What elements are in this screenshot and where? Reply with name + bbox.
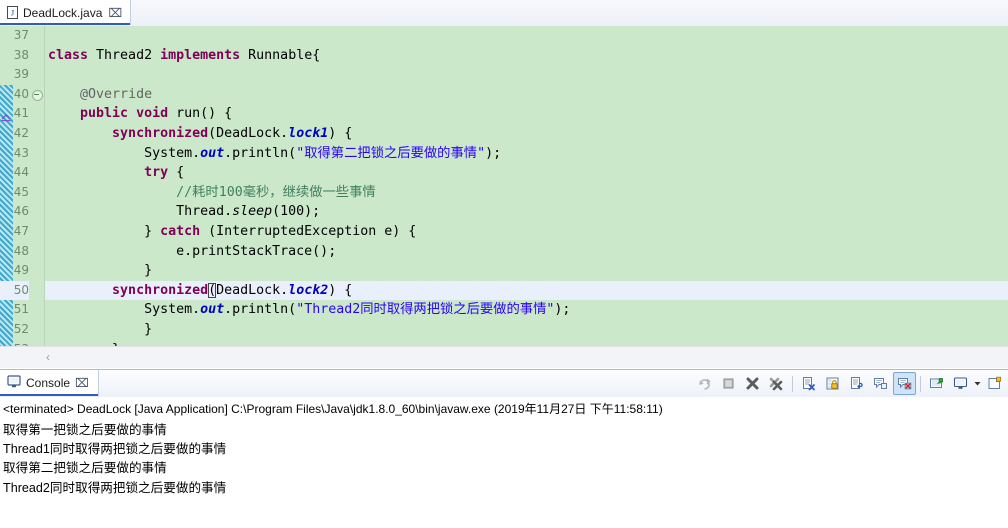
toolbar-separator <box>792 375 793 392</box>
close-icon[interactable]: ⌧ <box>75 376 89 390</box>
code-text: synchronized(DeadLock.lock2) { <box>112 282 353 298</box>
relaunch-icon[interactable] <box>693 372 716 395</box>
console-toolbar <box>693 372 1006 395</box>
line-number: 40 <box>13 86 29 101</box>
code-text: synchronized(DeadLock.lock1) { <box>112 125 353 141</box>
line-number: 52 <box>13 321 29 336</box>
code-line-43[interactable]: 43 System.out.println("取得第二把锁之后要做的事情"); <box>14 144 1008 164</box>
code-line-52[interactable]: 52 } <box>14 320 1008 340</box>
code-line-45[interactable]: 45 //耗时100毫秒，继续做一些事情 <box>14 183 1008 203</box>
code-text: @Override <box>80 86 153 102</box>
code-line-51[interactable]: 51 System.out.println("Thread2同时取得两把锁之后要… <box>14 300 1008 320</box>
editor-tabbar: J DeadLock.java ⌧ <box>0 0 1008 27</box>
line-number: 39 <box>13 67 29 82</box>
editor-horizontal-scrollbar[interactable]: ‹ <box>0 346 1008 368</box>
code-text: class Thread2 implements Runnable{ <box>48 47 321 63</box>
code-line-49[interactable]: 49 } <box>14 261 1008 281</box>
line-number: 48 <box>13 243 29 258</box>
editor-hscroll-track[interactable] <box>56 351 1006 364</box>
console-pane: Console ⌧ <terminated> DeadLock [Java Ap… <box>0 369 1008 528</box>
remove-all-terminated-icon[interactable] <box>765 372 788 395</box>
code-line-37[interactable]: 37 <box>14 26 1008 46</box>
line-number: 44 <box>13 165 29 180</box>
line-number: 51 <box>13 302 29 317</box>
code-line-48[interactable]: 48 e.printStackTrace(); <box>14 242 1008 262</box>
editor-pane: J DeadLock.java ⌧ 37 38 class Thread2 impl… <box>0 0 1008 368</box>
override-marker-icon[interactable] <box>1 109 11 122</box>
new-console-view-icon[interactable] <box>983 372 1006 395</box>
line-number: 38 <box>13 47 29 62</box>
show-console-on-output-icon[interactable] <box>869 372 892 395</box>
code-text: System.out.println("Thread2同时取得两把锁之后要做的事… <box>48 302 571 318</box>
line-number: 49 <box>13 263 29 278</box>
console-status-line: <terminated> DeadLock [Java Application]… <box>0 397 1008 418</box>
line-number: 45 <box>13 184 29 199</box>
console-tab[interactable]: Console ⌧ <box>0 370 99 396</box>
scroll-lock-icon[interactable] <box>821 372 844 395</box>
line-number: 37 <box>13 28 29 42</box>
code-text: } <box>48 321 153 337</box>
code-text: System.out.println("取得第二把锁之后要做的事情"); <box>48 145 502 161</box>
close-icon[interactable]: ⌧ <box>108 7 122 19</box>
clear-console-icon[interactable] <box>797 372 820 395</box>
tab-active-underline <box>0 23 131 25</box>
chevron-down-icon[interactable] <box>973 373 982 394</box>
editor-tab-deadlock-java[interactable]: J DeadLock.java ⌧ <box>0 0 132 25</box>
console-tabbar: Console ⌧ <box>0 370 1008 398</box>
code-text: Thread.sleep(100); <box>48 204 321 220</box>
code-text: } <box>48 263 153 279</box>
code-line-38[interactable]: 38 class Thread2 implements Runnable{ <box>14 46 1008 66</box>
code-line-42[interactable]: 42 synchronized(DeadLock.lock1) { <box>14 124 1008 144</box>
show-console-on-error-icon[interactable] <box>893 372 916 395</box>
code-text: public void run() { <box>80 106 233 122</box>
fold-collapse-icon[interactable] <box>32 89 43 101</box>
line-number: 47 <box>13 223 29 238</box>
code-line-46[interactable]: 46 Thread.sleep(100); <box>14 202 1008 222</box>
code-line-41[interactable]: 41 public void run() { <box>1 104 1008 124</box>
line-number: 46 <box>13 204 29 219</box>
editor-tab-label: DeadLock.java <box>23 5 103 20</box>
toolbar-separator <box>920 375 921 392</box>
terminate-icon[interactable] <box>717 372 740 395</box>
code-text: e.printStackTrace(); <box>48 243 337 259</box>
code-line-40[interactable]: 40 @Override <box>14 85 1008 105</box>
console-output-line: Thread1同时取得两把锁之后要做的事情 <box>3 442 227 457</box>
code-text: } catch (InterruptedException e) { <box>48 223 417 239</box>
code-lines[interactable]: 37 38 class Thread2 implements Runnable{ 39… <box>0 26 1008 346</box>
line-number: 42 <box>13 125 29 140</box>
line-number: 50 <box>0 280 29 301</box>
console-output[interactable]: 取得第一把锁之后要做的事情 Thread1同时取得两把锁之后要做的事情 取得第二把锁… <box>0 418 1008 528</box>
word-wrap-icon[interactable] <box>845 372 868 395</box>
console-output-line: 取得第一把锁之后要做的事情 <box>3 423 167 437</box>
console-icon <box>7 375 21 391</box>
pin-console-icon[interactable] <box>925 372 948 395</box>
line-number: 43 <box>13 145 29 160</box>
code-text: try { <box>144 165 185 181</box>
code-line-47[interactable]: 47 } catch (InterruptedException e) { <box>14 222 1008 242</box>
console-output-line: Thread2同时取得两把锁之后要做的事情 <box>3 480 227 495</box>
console-output-line: 取得第二把锁之后要做的事情 <box>3 461 167 476</box>
code-line-44[interactable]: 44 try { <box>14 163 1008 183</box>
display-selected-console-icon[interactable] <box>949 372 972 395</box>
java-file-icon: J <box>6 6 19 19</box>
remove-launch-icon[interactable] <box>741 372 764 395</box>
console-tab-label: Console <box>26 376 71 390</box>
tab-active-underline <box>0 394 98 396</box>
code-line-39[interactable]: 39 <box>14 65 1008 85</box>
eclipse-ide-window: J DeadLock.java ⌧ 37 38 class Thread2 impl… <box>0 0 1008 528</box>
code-editor-area[interactable]: 37 38 class Thread2 implements Runnable{ 39… <box>0 26 1008 346</box>
code-line-50[interactable]: 50 synchronized(DeadLock.lock2) { <box>0 280 1008 301</box>
scroll-left-arrow-icon[interactable]: ‹ <box>40 350 56 365</box>
code-text: //耗时100毫秒，继续做一些事情 <box>176 184 376 200</box>
